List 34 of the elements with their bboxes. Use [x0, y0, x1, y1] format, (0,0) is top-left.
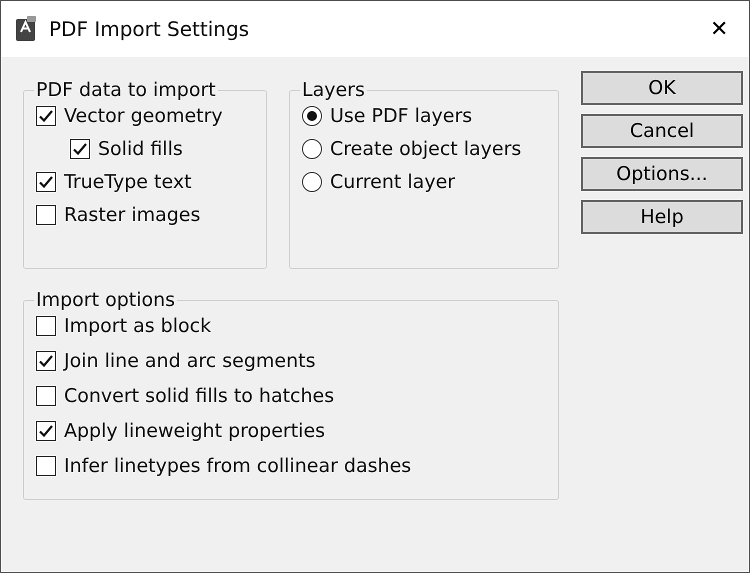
checkbox-label: Vector geometry: [64, 105, 223, 127]
checkbox[interactable]: [36, 421, 56, 441]
radio-button[interactable]: [302, 106, 322, 126]
dialog-button[interactable]: OK: [581, 71, 743, 105]
checkbox-label: TrueType text: [64, 171, 192, 193]
radio-label: Create object layers: [330, 138, 522, 160]
checkbox[interactable]: [36, 316, 56, 336]
checkbox-label: Import as block: [64, 315, 212, 337]
group-title: PDF data to import: [35, 79, 217, 101]
group-title: Import options: [35, 289, 176, 311]
app-icon: [15, 16, 37, 42]
checkbox[interactable]: [36, 386, 56, 406]
radio-label: Use PDF layers: [330, 105, 472, 127]
radio-label: Current layer: [330, 171, 456, 193]
checkbox-label: Join line and arc segments: [64, 350, 316, 372]
dialog-button[interactable]: Cancel: [581, 114, 743, 148]
radio-button[interactable]: [302, 139, 322, 159]
dialog-button[interactable]: Options...: [581, 157, 743, 191]
checkbox-label: Convert solid fills to hatches: [64, 385, 334, 407]
checkbox-label: Apply lineweight properties: [64, 420, 326, 442]
checkbox[interactable]: [70, 139, 90, 159]
radio-button[interactable]: [302, 172, 322, 192]
close-button[interactable]: ✕: [689, 1, 749, 57]
checkbox[interactable]: [36, 205, 56, 225]
checkbox[interactable]: [36, 106, 56, 126]
checkbox[interactable]: [36, 172, 56, 192]
checkbox-label: Infer linetypes from collinear dashes: [64, 455, 412, 477]
checkbox-label: Solid fills: [98, 138, 183, 160]
checkbox-label: Raster images: [64, 204, 200, 226]
checkbox[interactable]: [36, 456, 56, 476]
dialog-button[interactable]: Help: [581, 200, 743, 234]
window-title: PDF Import Settings: [49, 17, 250, 41]
group-title: Layers: [301, 79, 366, 101]
checkbox[interactable]: [36, 351, 56, 371]
